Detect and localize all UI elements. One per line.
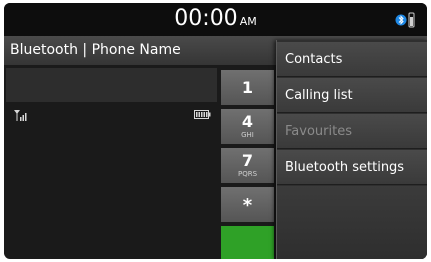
key-digit: * [242,195,253,216]
signal-strength-icon [14,110,27,121]
dialed-number-field [6,68,217,102]
keypad-key-7[interactable]: 7 PQRS [221,148,274,183]
call-button[interactable] [221,226,274,259]
status-bar: 00:00 AM [4,3,427,36]
bluetooth-phone-status-icon [395,12,415,28]
options-menu: Contacts Calling list Favourites Bluetoo… [276,40,427,259]
keypad-key-star[interactable]: * [221,187,274,222]
menu-item-bluetooth-settings[interactable]: Bluetooth settings [277,150,427,185]
clock: 00:00 AM [4,7,427,34]
keypad-key-4[interactable]: 4 GHI [221,109,274,144]
clock-time: 00:00 [174,6,238,31]
key-digit: 7 [241,151,254,170]
menu-item-contacts[interactable]: Contacts [277,42,427,77]
key-digit: 4 [241,112,254,131]
phone-status-row [6,106,217,126]
key-letters: PQRS [237,170,258,178]
head-unit-screen: 00:00 AM Bluetooth | Phone Name 1 4 GHI … [4,3,427,259]
page-title: Bluetooth | Phone Name [10,42,181,58]
clock-ampm: AM [239,15,257,28]
key-letters: GHI [241,131,254,139]
menu-empty-area [277,186,427,259]
key-digit: 1 [241,78,254,97]
keypad-key-1[interactable]: 1 [221,70,274,105]
menu-item-calling-list[interactable]: Calling list [277,78,427,113]
menu-item-favourites: Favourites [277,114,427,149]
battery-icon [194,110,211,119]
